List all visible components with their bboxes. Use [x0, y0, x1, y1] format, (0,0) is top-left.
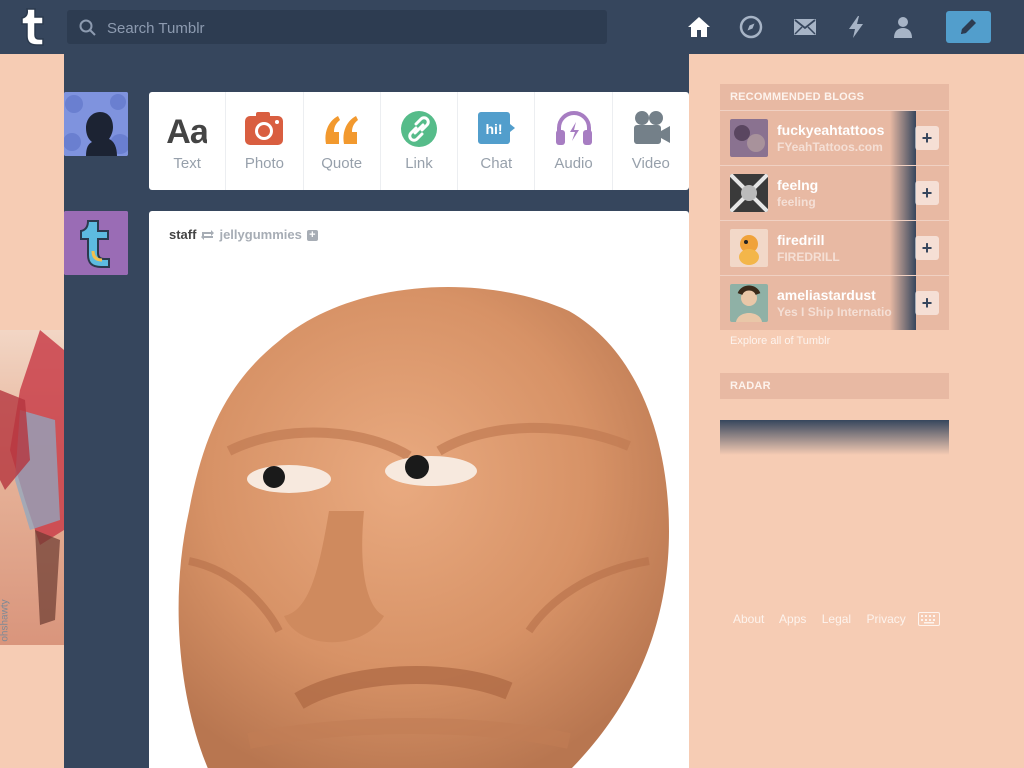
post-type-text-label: Text [173, 155, 201, 172]
post-type-video[interactable]: Video [613, 92, 689, 190]
recommended-blog-item[interactable]: firedrill FIREDRILL + [720, 220, 949, 275]
follow-blog-button[interactable]: + [915, 126, 939, 150]
follow-blog-button[interactable]: + [915, 181, 939, 205]
footer-apps-link[interactable]: Apps [779, 612, 806, 626]
post-type-text[interactable]: Aa Text [149, 92, 227, 190]
blog-name: fuckyeahtattoos [777, 122, 885, 138]
follow-blog-button[interactable]: + [915, 236, 939, 260]
blog-avatar [730, 284, 768, 322]
mail-icon[interactable] [792, 14, 818, 40]
radar-post-preview[interactable] [720, 420, 949, 455]
chat-bubble-icon: hi! [478, 112, 516, 144]
blog-subtitle: FIREDRILL [777, 250, 840, 264]
post-type-audio-label: Audio [554, 155, 593, 172]
post-type-link[interactable]: Link [381, 92, 459, 190]
dashboard-post: staff jellygummies + [149, 211, 689, 768]
account-icon[interactable] [890, 14, 916, 40]
post-type-bar: Aa Text Photo Quote Link hi! Chat Audio … [149, 92, 689, 190]
blog-avatar [730, 229, 768, 267]
fade-overlay [890, 111, 916, 165]
post-type-audio[interactable]: Audio [535, 92, 613, 190]
post-header: staff jellygummies + [169, 227, 318, 242]
top-navigation-bar [0, 0, 1024, 54]
blog-avatar [730, 174, 768, 212]
post-author[interactable]: staff [169, 227, 196, 242]
post-type-chat-label: Chat [480, 155, 513, 172]
post-type-link-label: Link [405, 155, 433, 172]
post-type-quote[interactable]: Quote [304, 92, 381, 190]
reblog-source[interactable]: jellygummies [219, 227, 301, 242]
blog-name: feelng [777, 177, 819, 193]
background-artwork: ohshawty [0, 330, 64, 645]
camera-icon [245, 112, 284, 145]
figure-illustration [0, 330, 64, 625]
recommended-blog-item[interactable]: ameliastardust Yes I Ship Internatio + [720, 275, 949, 330]
fade-overlay [890, 221, 916, 275]
recommended-blogs-list: fuckyeahtattoos FYeahTattoos.com + feeln… [720, 110, 949, 330]
tumblr-t-avatar-icon [64, 211, 128, 275]
text-aa-icon: Aa [167, 113, 207, 148]
follow-plus-icon[interactable]: + [306, 230, 318, 241]
svg-text:Aa: Aa [167, 113, 207, 148]
user-avatar[interactable] [64, 92, 128, 156]
svg-text:hi!: hi! [486, 121, 503, 137]
post-type-video-label: Video [631, 155, 670, 172]
link-chain-icon [400, 111, 437, 147]
compose-pencil-icon [961, 19, 976, 34]
blog-subtitle: FYeahTattoos.com [777, 140, 883, 154]
footer-privacy-link[interactable]: Privacy [866, 612, 905, 626]
recommended-blog-item[interactable]: feelng feeling + [720, 165, 949, 220]
blog-subtitle: Yes I Ship Internatio [777, 305, 892, 319]
fade-overlay [890, 166, 916, 220]
fade-overlay [890, 276, 916, 330]
keyboard-shortcuts-icon[interactable] [918, 612, 940, 626]
video-camera-icon [633, 111, 670, 144]
footer-legal-link[interactable]: Legal [822, 612, 851, 626]
search-input[interactable] [105, 10, 599, 46]
recommended-blogs-heading: RECOMMENDED BLOGS [720, 84, 949, 110]
footer-about-link[interactable]: About [733, 612, 764, 626]
staff-avatar[interactable] [64, 211, 128, 275]
footer-links: About Apps Legal Privacy [733, 612, 918, 626]
search-box[interactable] [67, 10, 607, 46]
artwork-credit: ohshawty [0, 599, 11, 642]
explore-link[interactable]: Explore all of Tumblr [730, 335, 830, 347]
search-icon [79, 19, 96, 36]
home-icon[interactable] [686, 14, 712, 40]
post-type-photo-label: Photo [244, 155, 285, 172]
compass-icon[interactable] [738, 14, 764, 40]
post-type-chat[interactable]: hi! Chat [458, 92, 536, 190]
recommended-blog-item[interactable]: fuckyeahtattoos FYeahTattoos.com + [720, 110, 949, 165]
compose-button[interactable] [946, 11, 991, 43]
tumblr-logo-icon[interactable] [17, 7, 51, 47]
blog-avatar [730, 119, 768, 157]
silhouette-avatar-icon [64, 92, 128, 156]
reblog-icon [201, 230, 215, 240]
blog-name: ameliastardust [777, 287, 876, 303]
follow-blog-button[interactable]: + [915, 291, 939, 315]
post-type-quote-label: Quote [321, 155, 363, 172]
post-type-photo[interactable]: Photo [226, 92, 304, 190]
blog-subtitle: feeling [777, 195, 816, 209]
headphones-icon [555, 111, 592, 145]
post-image-clay-face[interactable] [149, 271, 689, 768]
lightning-icon[interactable] [843, 14, 869, 40]
quote-marks-icon [325, 116, 358, 144]
radar-heading: RADAR [720, 373, 949, 399]
blog-name: firedrill [777, 232, 825, 248]
